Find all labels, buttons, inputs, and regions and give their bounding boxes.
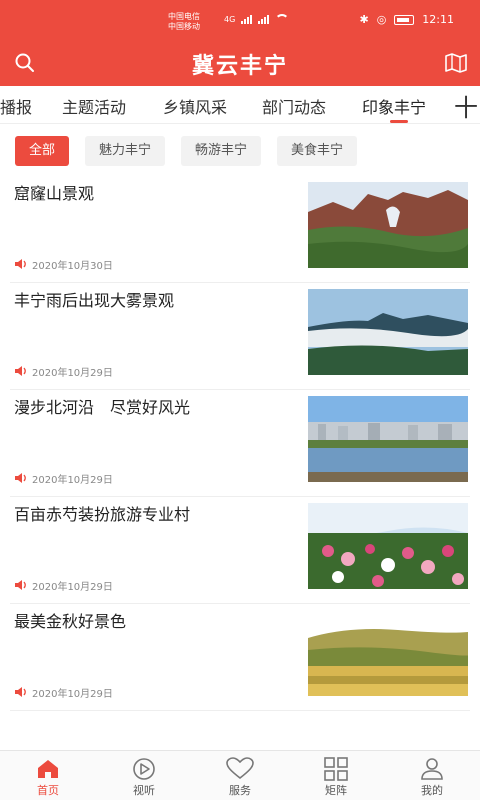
tab-impression-fengning[interactable]: 印象丰宁 xyxy=(362,94,426,118)
news-thumbnail-image xyxy=(308,182,468,268)
bottom-nav: 首页 视听 服务 矩阵 我的 xyxy=(0,750,480,800)
carrier-info: 中国电信 中国移动 xyxy=(168,12,200,32)
signal-area: 4G xyxy=(224,14,290,24)
news-title: 百亩赤芍装扮旅游专业村 xyxy=(14,505,191,524)
grid-icon xyxy=(324,757,348,781)
play-icon xyxy=(133,758,155,780)
chip-charm[interactable]: 魅力丰宁 xyxy=(85,136,166,166)
nav-matrix[interactable]: 矩阵 xyxy=(288,751,384,800)
list-item[interactable]: 丰宁雨后出现大雾景观 2020年10月29日 xyxy=(10,283,470,390)
tab-department-news[interactable]: 部门动态 xyxy=(262,94,326,118)
nav-home[interactable]: 首页 xyxy=(0,751,96,800)
list-item[interactable]: 窟窿山景观 2020年10月30日 xyxy=(10,176,470,283)
news-thumbnail-image xyxy=(308,503,468,589)
active-tab-indicator xyxy=(390,120,408,123)
chip-travel[interactable]: 畅游丰宁 xyxy=(181,136,262,166)
chip-food[interactable]: 美食丰宁 xyxy=(277,136,358,166)
news-title: 窟窿山景观 xyxy=(14,184,95,203)
news-title: 最美金秋好景色 xyxy=(14,612,127,631)
nav-label: 首页 xyxy=(37,784,59,797)
battery-icon xyxy=(394,14,415,25)
app-header: 中国电信 中国移动 4G ✱ ◎ 12:11 冀云丰宁 xyxy=(0,0,480,86)
signal-icon-2 xyxy=(258,14,270,24)
news-date: 2020年10月30日 xyxy=(32,261,113,272)
clock: 12:11 xyxy=(422,13,454,26)
news-title: 丰宁雨后出现大雾景观 xyxy=(14,291,175,310)
status-bar: 中国电信 中国移动 4G ✱ ◎ 12:11 xyxy=(0,0,480,40)
app-bar: 冀云丰宁 xyxy=(0,42,480,82)
filter-chips: 全部 魅力丰宁 畅游丰宁 美食丰宁 xyxy=(15,136,358,166)
news-thumbnail-image xyxy=(308,289,468,375)
nav-service[interactable]: 服务 xyxy=(192,751,288,800)
category-tabs: 播报 主题活动 乡镇风采 部门动态 印象丰宁 十 xyxy=(0,86,480,124)
map-icon[interactable] xyxy=(444,52,468,74)
nav-label: 视听 xyxy=(133,784,155,797)
network-type: 4G xyxy=(224,15,236,24)
tab-theme-activity[interactable]: 主题活动 xyxy=(62,94,126,118)
home-icon xyxy=(38,760,58,778)
app-title: 冀云丰宁 xyxy=(191,54,288,79)
nav-label: 服务 xyxy=(229,784,251,797)
news-date: 2020年10月29日 xyxy=(32,582,113,593)
nav-label: 我的 xyxy=(421,784,443,797)
nav-label: 矩阵 xyxy=(325,784,347,797)
carrier-1: 中国电信 xyxy=(168,12,200,21)
list-item[interactable]: 百亩赤芍装扮旅游专业村 2020年10月29日 xyxy=(10,497,470,604)
carrier-2: 中国移动 xyxy=(168,22,200,31)
bluetooth-icon: ✱ xyxy=(359,13,369,26)
location-icon: ◎ xyxy=(376,13,387,26)
tab-broadcast[interactable]: 播报 xyxy=(0,94,32,118)
user-icon xyxy=(421,758,443,780)
nav-profile[interactable]: 我的 xyxy=(384,751,480,800)
add-tab-icon[interactable]: 十 xyxy=(454,88,478,123)
list-item[interactable]: 漫步北河沿 尽赏好风光 2020年10月29日 xyxy=(10,390,470,497)
news-date: 2020年10月29日 xyxy=(32,368,113,379)
nav-audio-video[interactable]: 视听 xyxy=(96,751,192,800)
news-thumbnail-image xyxy=(308,610,468,696)
status-right: ✱ ◎ 12:11 xyxy=(359,13,454,26)
news-thumbnail-image xyxy=(308,396,468,482)
chip-all[interactable]: 全部 xyxy=(15,136,70,166)
news-list: 窟窿山景观 2020年10月30日 丰宁雨后出现大雾景观 2020年10月29日 xyxy=(0,176,480,711)
tab-town-style[interactable]: 乡镇风采 xyxy=(163,94,227,118)
list-item[interactable]: 最美金秋好景色 2020年10月29日 xyxy=(10,604,470,711)
signal-icon xyxy=(241,14,253,24)
heart-icon xyxy=(226,757,254,780)
wifi-icon xyxy=(275,14,290,24)
news-date: 2020年10月29日 xyxy=(32,689,113,700)
news-date: 2020年10月29日 xyxy=(32,475,113,486)
news-title: 漫步北河沿 尽赏好风光 xyxy=(14,398,191,417)
